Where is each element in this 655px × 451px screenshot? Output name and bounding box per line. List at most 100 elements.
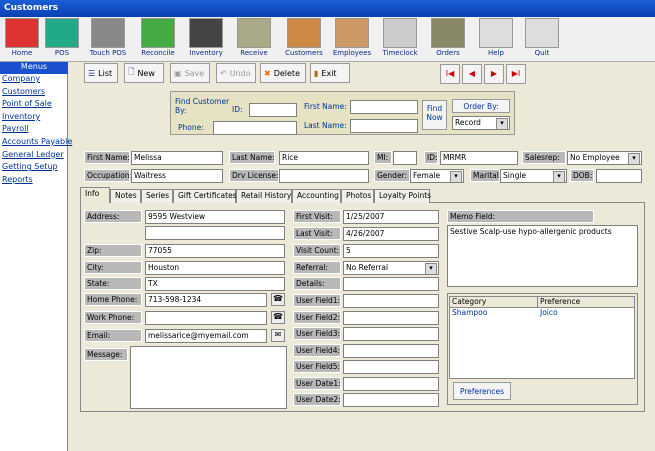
- toolbar-inventory-button[interactable]: Inventory: [184, 18, 228, 61]
- list-button[interactable]: ☰ List: [84, 63, 118, 83]
- user-field2-field[interactable]: [343, 310, 439, 325]
- tab-loyalty-points[interactable]: Loyalty Points: [374, 189, 431, 203]
- pref-col-category: Category: [450, 297, 538, 307]
- toolbar-employees-button[interactable]: Employees: [330, 18, 374, 61]
- last-visit-label: Last Visit:: [293, 227, 341, 240]
- reconcile-icon: [141, 18, 175, 48]
- send-email-icon[interactable]: ✉: [271, 329, 285, 342]
- menu-item-accounts-payable[interactable]: Accounts Payable: [0, 137, 72, 150]
- toolbar-timeclock-button[interactable]: Timeclock: [378, 18, 422, 61]
- menu-item-getting-setup[interactable]: Getting Setup: [0, 162, 67, 175]
- last-visit-field[interactable]: 4/26/2007: [343, 227, 439, 241]
- gender-select[interactable]: Female: [410, 169, 464, 183]
- prev-record-button[interactable]: ◀: [462, 64, 482, 84]
- email-field[interactable]: melissarice@myemail.com: [145, 329, 267, 343]
- toolbar-customers-button[interactable]: Customers: [282, 18, 326, 61]
- toolbar-receive-button[interactable]: Receive: [232, 18, 276, 61]
- message-field[interactable]: [130, 346, 287, 409]
- customer-id-field[interactable]: MRMR: [440, 151, 518, 165]
- address-label: Address:: [84, 210, 142, 223]
- customers-icon: [287, 18, 321, 48]
- menu-item-company[interactable]: Company: [0, 74, 67, 87]
- tab-retail-history[interactable]: Retail History: [236, 189, 292, 203]
- menu-item-general-ledger[interactable]: General Ledger: [0, 150, 67, 163]
- tab-notes[interactable]: Notes: [110, 189, 141, 203]
- last-record-button[interactable]: ▶I: [506, 64, 526, 84]
- inventory-icon: [189, 18, 223, 48]
- save-button[interactable]: ▣ Save: [170, 63, 210, 83]
- zip-field[interactable]: 77055: [145, 244, 285, 258]
- tab-photos[interactable]: Photos: [341, 189, 374, 203]
- address-line2-field[interactable]: [145, 226, 285, 240]
- memo-field-label: Memo Field:: [447, 210, 594, 223]
- user-date2-field[interactable]: [343, 393, 439, 407]
- toolbar-home-button[interactable]: Home: [0, 18, 44, 61]
- work-phone-field[interactable]: [145, 311, 267, 325]
- find-last-input[interactable]: [350, 119, 418, 133]
- preferences-button[interactable]: Preferences: [453, 382, 511, 400]
- occupation-field[interactable]: Waitress: [131, 169, 223, 183]
- mi-field[interactable]: [393, 151, 417, 165]
- find-last-label: Last Name:: [304, 121, 347, 130]
- toolbar-orders-button[interactable]: Orders: [426, 18, 470, 61]
- orders-icon: [431, 18, 465, 48]
- menu-item-inventory[interactable]: Inventory: [0, 112, 67, 125]
- details-label: Details:: [293, 277, 341, 290]
- new-document-icon: 🗋: [128, 67, 135, 76]
- user-field2-label: User Field2:: [293, 310, 341, 324]
- tab-series[interactable]: Series: [141, 189, 173, 203]
- mi-label: MI:: [374, 151, 392, 164]
- toolbar-reconcile-button[interactable]: Reconcile: [136, 18, 180, 61]
- order-by-select[interactable]: Record: [452, 116, 510, 130]
- city-field[interactable]: Houston: [145, 261, 285, 275]
- drv-license-label: Drv License:: [229, 169, 279, 182]
- menu-item-payroll[interactable]: Payroll: [0, 124, 67, 137]
- first-name-field[interactable]: Melissa: [131, 151, 223, 165]
- new-button[interactable]: 🗋 New: [124, 63, 164, 83]
- dob-field[interactable]: [596, 169, 642, 183]
- home-phone-field[interactable]: 713-598-1234: [145, 293, 267, 307]
- menu-item-point-of-sale[interactable]: Point of Sale: [0, 99, 67, 112]
- menu-item-customers[interactable]: Customers: [0, 87, 67, 100]
- first-visit-field[interactable]: 1/25/2007: [343, 210, 439, 224]
- dial-home-phone-icon[interactable]: ☎: [271, 293, 285, 306]
- tab-gift-certificates[interactable]: Gift Certificates: [173, 189, 237, 203]
- toolbar-touch-pos-button[interactable]: Touch POS: [86, 18, 130, 61]
- menu-item-reports[interactable]: Reports: [0, 175, 67, 188]
- first-record-button[interactable]: I◀: [440, 64, 460, 84]
- find-now-button[interactable]: Find Now: [422, 100, 447, 130]
- referral-field[interactable]: No Referral: [343, 261, 439, 275]
- last-name-field[interactable]: Rice: [279, 151, 369, 165]
- user-field1-field[interactable]: [343, 294, 439, 308]
- tab-accounting[interactable]: Accounting: [292, 189, 341, 203]
- dial-work-phone-icon[interactable]: ☎: [271, 311, 285, 324]
- find-phone-input[interactable]: [213, 121, 297, 135]
- undo-button[interactable]: ↶ Undo: [216, 63, 256, 83]
- state-field[interactable]: TX: [145, 277, 285, 291]
- toolbar-help-button[interactable]: Help: [474, 18, 518, 61]
- tab-info[interactable]: Info: [80, 187, 110, 203]
- find-id-input[interactable]: [249, 103, 297, 117]
- user-field3-field[interactable]: [343, 327, 439, 341]
- marital-select[interactable]: Single: [500, 169, 567, 183]
- toolbar-pos-button[interactable]: POS: [40, 18, 84, 61]
- visit-count-field[interactable]: 5: [343, 244, 439, 258]
- salesrep-select[interactable]: No Employee: [567, 151, 642, 165]
- user-field4-field[interactable]: [343, 343, 439, 358]
- drv-license-field[interactable]: [279, 169, 369, 183]
- find-customer-label: Find Customer By:: [175, 97, 230, 115]
- table-row[interactable]: Shampoo Joico: [450, 308, 634, 319]
- details-field[interactable]: [343, 277, 439, 291]
- receive-icon: [237, 18, 271, 48]
- user-field5-field[interactable]: [343, 360, 439, 374]
- exit-door-icon: ▮: [314, 68, 319, 78]
- next-record-button[interactable]: ▶: [484, 64, 504, 84]
- find-first-input[interactable]: [350, 100, 418, 114]
- exit-button[interactable]: ▮ Exit: [310, 63, 350, 83]
- delete-button[interactable]: ✖ Delete: [260, 63, 306, 83]
- user-date1-field[interactable]: [343, 376, 439, 391]
- address-field[interactable]: 9595 Westview: [145, 210, 285, 224]
- memo-field-input[interactable]: Sestive Scalp-use hypo-allergenic produc…: [447, 225, 638, 287]
- toolbar-quit-button[interactable]: Quit: [520, 18, 564, 61]
- zip-label: Zip:: [84, 244, 142, 257]
